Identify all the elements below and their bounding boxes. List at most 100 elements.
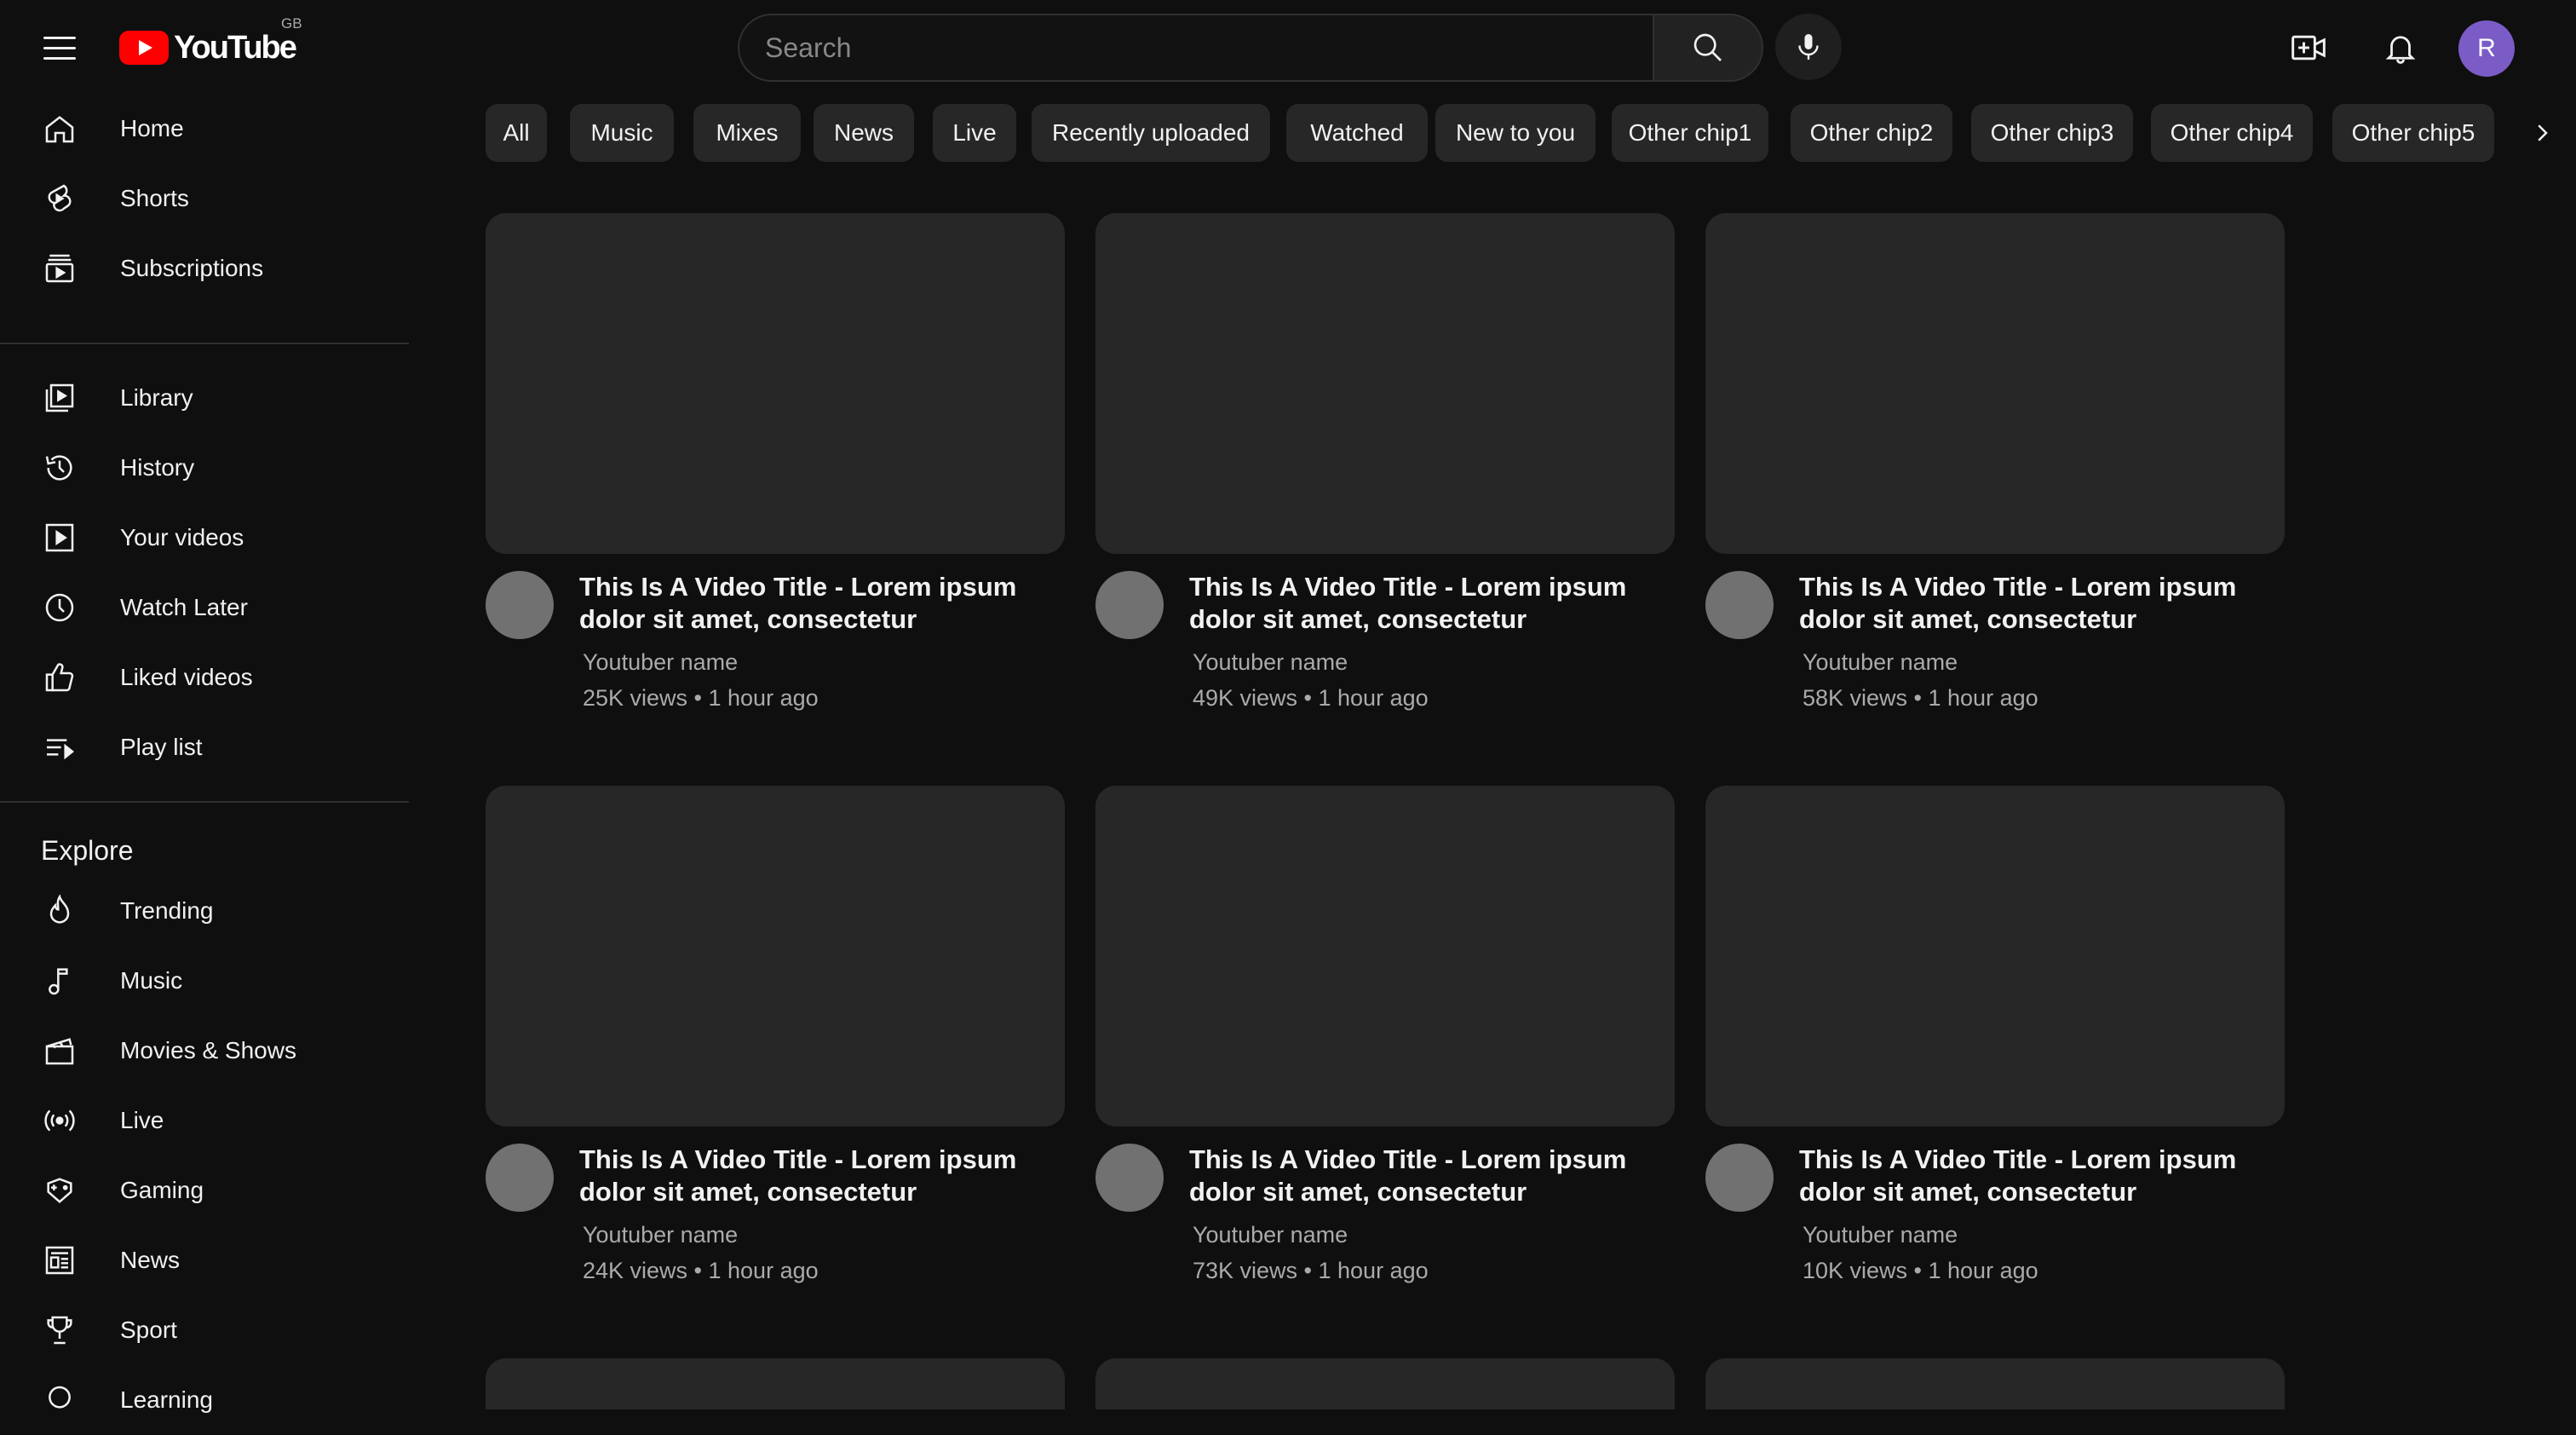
trending-icon [41, 892, 78, 930]
sidebar-item-movies-shows[interactable]: Movies & Shows [0, 1016, 409, 1086]
home-icon [41, 110, 78, 147]
chip-other-3[interactable]: Other chip3 [1971, 104, 2133, 162]
explore-heading: Explore [41, 835, 134, 866]
video-thumbnail[interactable] [1095, 786, 1675, 1127]
chip-watched[interactable]: Watched [1286, 104, 1428, 162]
notifications-button[interactable] [2375, 22, 2426, 73]
sidebar-item-label: Liked videos [120, 664, 253, 690]
top-bar: YouTube GB R [0, 0, 2576, 94]
sidebar-item-shorts[interactable]: Shorts [0, 164, 409, 233]
sidebar-item-label: Gaming [120, 1177, 204, 1203]
create-video-button[interactable] [2283, 22, 2334, 73]
sidebar-item-label: Library [120, 384, 193, 411]
video-title[interactable]: This Is A Video Title - Lorem ipsum dolo… [1799, 1144, 2276, 1208]
sidebar-item-label: Subscriptions [120, 255, 264, 281]
news-icon [41, 1242, 78, 1279]
watch-later-icon [41, 589, 78, 626]
channel-name[interactable]: Youtuber name [1803, 649, 1958, 676]
voice-search-button[interactable] [1775, 14, 1842, 80]
video-thumbnail[interactable] [1705, 213, 2285, 554]
microphone-icon [1798, 34, 1819, 60]
sidebar-item-news[interactable]: News [0, 1225, 409, 1295]
sidebar-item-label: Sport [120, 1317, 177, 1343]
chip-other-5[interactable]: Other chip5 [2332, 104, 2494, 162]
channel-avatar[interactable] [1705, 1144, 1774, 1212]
playlist-icon [41, 729, 78, 766]
sidebar-item-label: History [120, 454, 195, 481]
channel-avatar[interactable] [1095, 1144, 1164, 1212]
sidebar-item-live[interactable]: Live [0, 1086, 409, 1155]
channel-avatar[interactable] [486, 571, 554, 639]
channel-name[interactable]: Youtuber name [1193, 1222, 1348, 1248]
chip-mixes[interactable]: Mixes [693, 104, 801, 162]
video-title[interactable]: This Is A Video Title - Lorem ipsum dolo… [579, 571, 1056, 636]
channel-avatar[interactable] [1705, 571, 1774, 639]
search-button[interactable] [1653, 14, 1763, 82]
channel-avatar[interactable] [486, 1144, 554, 1212]
video-thumbnail[interactable] [1095, 213, 1675, 554]
video-card: This Is A Video Title - Lorem ipsum dolo… [1095, 786, 1675, 1283]
chevron-right-icon [2538, 124, 2548, 141]
video-thumbnail[interactable] [486, 786, 1065, 1127]
video-meta: 10K views • 1 hour ago [1803, 1258, 2038, 1283]
channel-name[interactable]: Youtuber name [1803, 1222, 1958, 1248]
chip-other-2[interactable]: Other chip2 [1791, 104, 1952, 162]
video-card: This Is A Video Title - Lorem ipsum dolo… [1705, 213, 2285, 711]
chip-news[interactable]: News [814, 104, 914, 162]
sidebar-item-music[interactable]: Music [0, 946, 409, 1016]
video-meta: 58K views • 1 hour ago [1803, 685, 2038, 711]
sidebar-item-watch-later[interactable]: Watch Later [0, 573, 409, 643]
video-card: This Is A Video Title - Lorem ipsum dolo… [486, 213, 1065, 711]
sidebar-item-your-videos[interactable]: Your videos [0, 503, 409, 573]
logo-text: YouTube [174, 29, 297, 66]
sidebar-item-label: Your videos [120, 524, 244, 550]
video-thumbnail[interactable] [1705, 786, 2285, 1127]
video-card [1705, 1358, 2285, 1409]
sidebar-item-playlist[interactable]: Play list [0, 712, 409, 782]
chip-live[interactable]: Live [933, 104, 1016, 162]
hamburger-menu-icon[interactable] [37, 26, 82, 70]
sidebar-item-liked-videos[interactable]: Liked videos [0, 643, 409, 712]
sidebar-item-history[interactable]: History [0, 433, 409, 503]
sidebar-item-trending[interactable]: Trending [0, 876, 409, 946]
gaming-icon [41, 1172, 78, 1209]
video-meta: 73K views • 1 hour ago [1193, 1258, 1429, 1283]
chip-all[interactable]: All [486, 104, 547, 162]
chip-music[interactable]: Music [570, 104, 674, 162]
channel-name[interactable]: Youtuber name [583, 649, 738, 676]
sidebar-item-learning[interactable]: Learning [0, 1365, 409, 1435]
sidebar-item-gaming[interactable]: Gaming [0, 1155, 409, 1225]
channel-name[interactable]: Youtuber name [1193, 649, 1348, 676]
video-title[interactable]: This Is A Video Title - Lorem ipsum dolo… [1189, 571, 1666, 636]
sidebar-item-label: News [120, 1247, 181, 1273]
sidebar-item-home[interactable]: Home [0, 94, 409, 164]
sidebar-item-label: Shorts [120, 185, 189, 211]
video-thumbnail[interactable] [486, 1358, 1065, 1409]
video-thumbnail[interactable] [486, 213, 1065, 554]
live-icon [41, 1102, 78, 1139]
create-video-icon [2291, 35, 2326, 61]
chip-other-1[interactable]: Other chip1 [1612, 104, 1768, 162]
video-card: This Is A Video Title - Lorem ipsum dolo… [1705, 786, 2285, 1283]
video-thumbnail[interactable] [1705, 1358, 2285, 1409]
sidebar-item-subscriptions[interactable]: Subscriptions [0, 233, 409, 303]
video-title[interactable]: This Is A Video Title - Lorem ipsum dolo… [1799, 571, 2276, 636]
sidebar-item-sport[interactable]: Sport [0, 1295, 409, 1365]
video-title[interactable]: This Is A Video Title - Lorem ipsum dolo… [1189, 1144, 1666, 1208]
video-thumbnail[interactable] [1095, 1358, 1675, 1409]
chips-next-button[interactable] [2516, 104, 2567, 162]
chip-other-4[interactable]: Other chip4 [2151, 104, 2313, 162]
chip-recently-uploaded[interactable]: Recently uploaded [1032, 104, 1270, 162]
sidebar-item-library[interactable]: Library [0, 363, 409, 433]
sport-icon [41, 1311, 78, 1349]
youtube-logo[interactable]: YouTube [119, 26, 297, 70]
search-input[interactable] [738, 14, 1653, 82]
user-avatar[interactable]: R [2458, 20, 2515, 77]
country-code: GB [281, 15, 302, 32]
video-meta: 24K views • 1 hour ago [583, 1258, 819, 1283]
channel-avatar[interactable] [1095, 571, 1164, 639]
chip-new-to-you[interactable]: New to you [1435, 104, 1596, 162]
filter-chip-bar: All Music Mixes News Live Recently uploa… [486, 104, 2576, 162]
video-title[interactable]: This Is A Video Title - Lorem ipsum dolo… [579, 1144, 1056, 1208]
channel-name[interactable]: Youtuber name [583, 1222, 738, 1248]
